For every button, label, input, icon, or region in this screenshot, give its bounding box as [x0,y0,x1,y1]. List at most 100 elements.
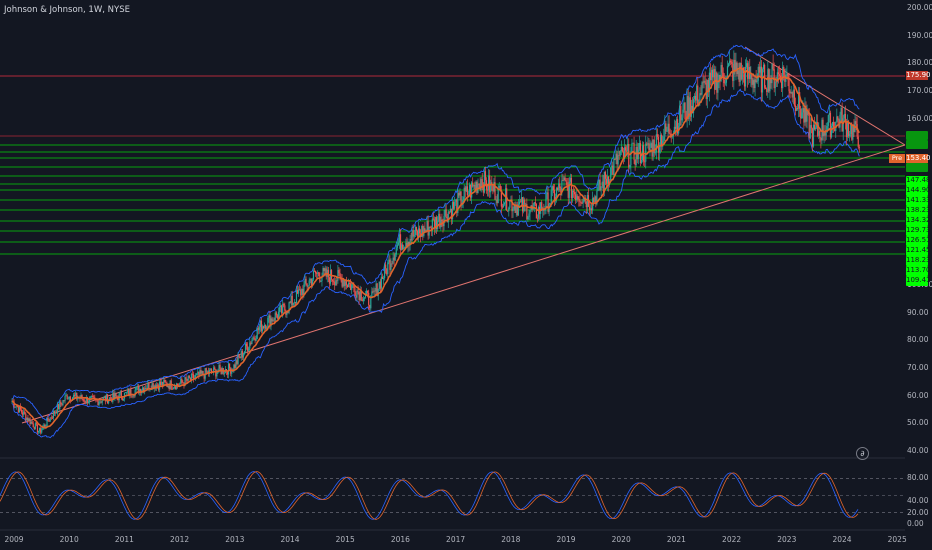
price-axis-tick: 40.00 [907,446,929,455]
candle [830,125,833,138]
current-price-label: 153.40 [906,154,931,163]
candle [91,395,93,397]
candle [25,413,27,421]
candle [760,66,763,93]
candle [432,218,435,220]
candle [83,399,85,402]
candle [82,399,84,400]
candle [357,290,359,292]
candle [571,190,574,199]
candle [791,91,793,98]
level-marker [906,163,928,172]
candle [593,198,595,203]
level-label: 129.73 [906,226,931,236]
candle [498,185,500,188]
candle [31,421,33,424]
candle [179,383,181,386]
candle [569,177,571,182]
candle [606,176,609,184]
candle [794,105,797,111]
candle [696,85,698,101]
candle [264,324,266,329]
candle [24,411,26,414]
candle [68,396,70,399]
candle [342,279,344,287]
candle [191,373,194,375]
candle [786,73,788,76]
candle [775,81,777,83]
candle [783,66,785,75]
candle [572,190,575,193]
candle [701,82,703,95]
candle [580,202,582,204]
candle [564,177,566,181]
candle [168,386,170,390]
candle [324,268,326,272]
candle [557,188,559,191]
candle [174,386,177,390]
candle [518,201,521,205]
candle [753,79,755,89]
candle [520,197,523,203]
candle [148,382,150,389]
candle [236,360,238,364]
candle [15,406,17,408]
candle [592,198,594,211]
candle [449,208,452,212]
candle [454,201,456,209]
candle [509,200,511,208]
candle [386,268,388,275]
candle [290,295,292,304]
candle [739,63,741,82]
candle [445,209,447,217]
candle [343,279,345,286]
candle [61,404,63,406]
candle [37,430,40,433]
candle [790,91,792,94]
candle [654,152,656,154]
candle [529,210,531,214]
candle [547,192,549,212]
oscillator-axis-tick: 40.00 [907,496,929,506]
candle [559,183,561,188]
price-axis-tick: 90.00 [907,307,929,317]
candle [806,110,808,122]
tradingview-logo-icon[interactable]: ∂ [856,447,869,460]
candle [849,134,851,137]
candle [339,273,341,277]
candle [724,82,726,84]
candle [644,161,646,163]
candle [468,184,471,195]
candle [540,202,542,214]
candle [809,125,811,139]
candle [287,312,289,313]
candle [703,80,705,83]
candle [371,291,373,297]
candle [365,290,368,295]
candle [466,186,468,196]
candle [658,146,661,153]
candle [136,386,138,387]
candle [328,277,330,284]
price-chart[interactable] [0,0,932,550]
candle [502,204,505,208]
candle [614,159,616,160]
price-axis-tick: 70.00 [907,362,929,372]
candle [769,78,771,92]
candle [305,278,307,284]
candle [665,123,667,132]
candle [574,192,576,195]
candle [801,112,803,119]
candle [248,348,250,351]
candle [112,392,114,402]
candle [318,272,320,277]
candle [161,381,163,386]
candle [613,159,615,175]
candle [182,382,184,384]
candle [393,257,395,261]
candle [620,147,622,152]
candle [124,392,127,394]
candle [621,147,623,152]
candle [60,401,62,405]
candle [444,209,446,216]
